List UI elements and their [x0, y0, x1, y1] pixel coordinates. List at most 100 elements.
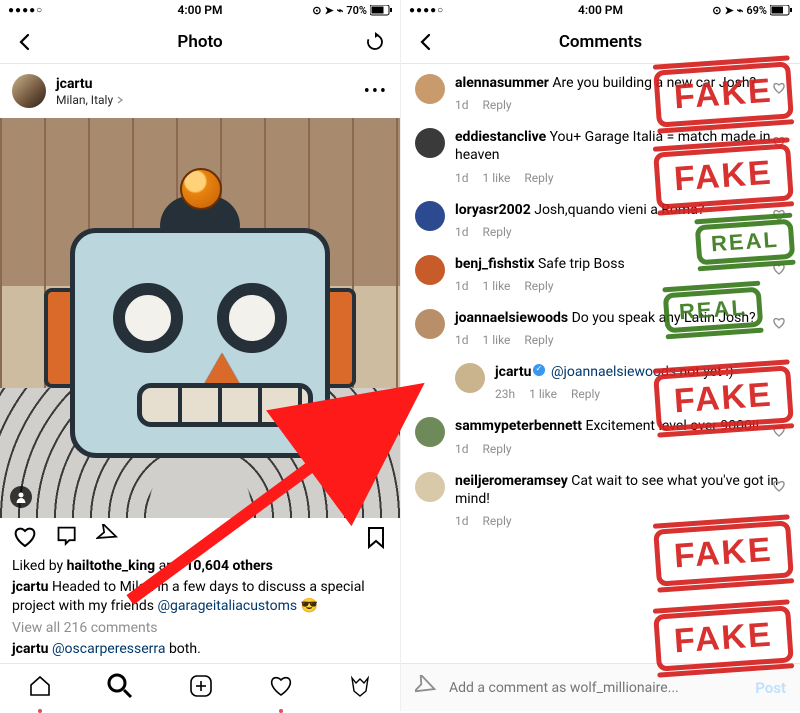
like-button[interactable]: [12, 524, 38, 554]
share-button[interactable]: [96, 524, 122, 554]
comment-time: 23h: [495, 387, 515, 401]
comment-time: 1d: [455, 333, 469, 347]
real-stamp: REAL: [663, 287, 763, 334]
like-comment-button[interactable]: [772, 315, 786, 334]
robot-face-graphic: [50, 178, 350, 488]
chevron-right-icon: [116, 96, 124, 104]
comment-username[interactable]: jcartu: [495, 364, 531, 380]
mention-link[interactable]: @garageitaliacustoms: [157, 598, 297, 614]
post-button[interactable]: Post: [755, 679, 786, 697]
heart-icon: [772, 316, 786, 330]
like-comment-button[interactable]: [772, 478, 786, 497]
mention-link[interactable]: @oscarperesserra: [52, 641, 166, 657]
tab-activity[interactable]: [268, 673, 294, 703]
comment-likes[interactable]: 1 like: [483, 333, 511, 347]
comment-meta: 1d 1 like Reply: [455, 333, 786, 347]
comment-likes[interactable]: 1 like: [483, 171, 511, 185]
bookmark-icon: [364, 525, 388, 549]
bookmark-button[interactable]: [364, 525, 388, 553]
comment-username[interactable]: neiljeromeramsey: [455, 473, 568, 489]
nav-bar: Comments: [401, 20, 800, 64]
avatar[interactable]: [415, 74, 445, 104]
comment-time: 1d: [455, 98, 469, 112]
location: Milan, Italy: [56, 93, 124, 107]
more-button[interactable]: •••: [364, 81, 388, 102]
tab-search[interactable]: [106, 672, 134, 704]
photo-screen: ●●●●○ 4:00 PM ⊙ ➤ ⌁ 70% Photo jcartu Mil…: [0, 0, 400, 711]
heart-icon: [12, 524, 38, 550]
avatar[interactable]: [415, 417, 445, 447]
comment-time: 1d: [455, 279, 469, 293]
send-button[interactable]: [415, 675, 437, 701]
comment-likes[interactable]: 1 like: [483, 279, 511, 293]
send-icon: [96, 524, 122, 550]
avatar[interactable]: [12, 74, 46, 108]
comment-input[interactable]: [449, 680, 743, 696]
tab-bar: [0, 663, 400, 711]
tab-profile[interactable]: [347, 673, 373, 703]
comment-likes[interactable]: 1 like: [529, 387, 557, 401]
reply-button[interactable]: Reply: [483, 225, 512, 239]
reply-button[interactable]: Reply: [571, 387, 600, 401]
real-stamp: REAL: [695, 219, 795, 266]
fake-stamp: FAKE: [653, 365, 793, 431]
page-title: Photo: [0, 32, 400, 52]
avatar[interactable]: [415, 128, 445, 158]
reply-button[interactable]: Reply: [483, 442, 512, 456]
username: jcartu: [56, 76, 124, 92]
avatar[interactable]: [415, 472, 445, 502]
reply-button[interactable]: Reply: [483, 98, 512, 112]
comment-text: neiljeromeramsey Cat wait to see what yo…: [455, 472, 786, 508]
avatar[interactable]: [415, 255, 445, 285]
comment-username[interactable]: eddiestanclive: [455, 129, 546, 145]
comment-icon: [54, 524, 80, 550]
avatar[interactable]: [455, 363, 485, 393]
fake-stamp: FAKE: [653, 143, 793, 209]
caption-username[interactable]: jcartu: [12, 641, 48, 657]
search-icon: [106, 672, 134, 700]
caption: jcartu Headed to Milan in a few days to …: [0, 576, 400, 618]
reply-button[interactable]: Reply: [524, 171, 553, 185]
heart-icon: [772, 479, 786, 493]
reply-button[interactable]: Reply: [524, 333, 553, 347]
status-bar: ●●●●○ 4:00 PM ⊙ ➤ ⌁ 69%: [401, 0, 800, 20]
comment-username[interactable]: alennasummer: [455, 75, 549, 91]
comment-time: 1d: [455, 514, 469, 528]
comment-username[interactable]: joannaelsiewoods: [455, 310, 568, 326]
location-text: Milan, Italy: [56, 93, 113, 107]
avatar[interactable]: [415, 201, 445, 231]
comment-time: 1d: [455, 171, 469, 185]
comment-username[interactable]: benj_fishstix: [455, 256, 534, 272]
comment-time: 1d: [455, 225, 469, 239]
reply-button[interactable]: Reply: [524, 279, 553, 293]
send-icon: [415, 675, 437, 697]
comment-username[interactable]: sammypeterbennett: [455, 418, 582, 434]
fake-stamp: FAKE: [653, 605, 793, 671]
fake-stamp: FAKE: [653, 61, 793, 127]
view-all-comments[interactable]: View all 216 comments: [0, 618, 400, 638]
reply-button[interactable]: Reply: [483, 514, 512, 528]
tab-add[interactable]: [188, 673, 214, 703]
action-row: [0, 518, 400, 556]
caption-username[interactable]: jcartu: [12, 579, 48, 595]
wolf-icon: [347, 673, 373, 699]
comment-meta: 1d Reply: [455, 442, 786, 456]
comment-username[interactable]: loryasr2002: [455, 202, 531, 218]
post-header: jcartu Milan, Italy •••: [0, 64, 400, 118]
avatar[interactable]: [415, 309, 445, 339]
status-time: 4:00 PM: [401, 3, 800, 17]
comment-time: 1d: [455, 442, 469, 456]
page-title: Comments: [401, 32, 800, 52]
home-icon: [27, 673, 53, 699]
likes-line[interactable]: Liked by hailtothe_king and 10,604 other…: [0, 556, 400, 576]
caption-reply: jcartu @oscarperesserra both.: [0, 638, 400, 661]
post-photo[interactable]: [0, 118, 400, 518]
verified-badge-icon: [533, 364, 545, 376]
user-block[interactable]: jcartu Milan, Italy: [56, 76, 124, 107]
status-time: 4:00 PM: [0, 3, 400, 17]
nav-bar: Photo: [0, 20, 400, 64]
comment-button[interactable]: [54, 524, 80, 554]
tagged-people-button[interactable]: [10, 486, 32, 508]
person-icon: [15, 491, 27, 503]
tab-home[interactable]: [27, 673, 53, 703]
